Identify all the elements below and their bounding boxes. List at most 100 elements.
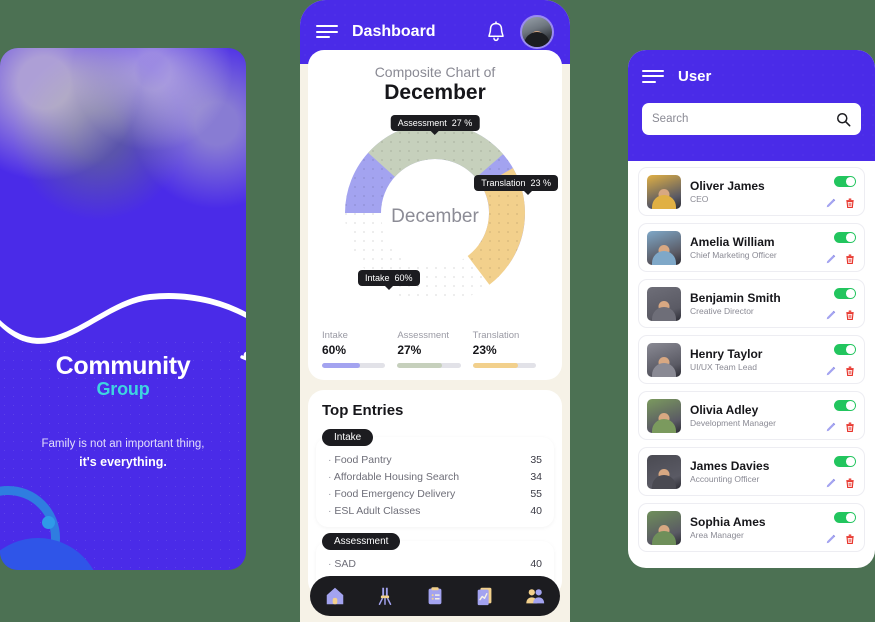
status-toggle[interactable] — [834, 344, 856, 355]
tooltip-translation-value: 23 % — [530, 178, 551, 188]
home-icon[interactable] — [324, 585, 346, 607]
chart-legend-stats: Intake 60% Assessment 27% Translation 23… — [308, 324, 562, 368]
search-input[interactable] — [652, 113, 836, 125]
user-panel-topbar: User — [642, 68, 861, 85]
user-name: James Davies — [690, 459, 770, 473]
user-info: Sophia Ames Area Manager — [690, 515, 825, 540]
users-icon[interactable] — [524, 585, 546, 607]
pencil-icon[interactable] — [825, 365, 837, 377]
pencil-icon[interactable] — [825, 533, 837, 545]
trash-icon[interactable] — [844, 197, 856, 209]
user-actions — [825, 398, 856, 433]
trash-icon[interactable] — [844, 421, 856, 433]
user-avatar — [647, 174, 681, 209]
pencil-icon[interactable] — [825, 197, 837, 209]
trash-icon[interactable] — [844, 477, 856, 489]
entry-group: IntakeFood Pantry35Affordable Housing Se… — [308, 427, 562, 527]
stat-translation-name: Translation — [472, 330, 520, 341]
trash-icon[interactable] — [844, 253, 856, 265]
user-actions — [825, 454, 856, 489]
pencil-icon[interactable] — [825, 477, 837, 489]
entry-value: 35 — [530, 453, 542, 466]
entry-row[interactable]: SAD40 — [328, 555, 542, 572]
row-action-icons — [825, 421, 856, 433]
bell-icon[interactable] — [486, 21, 506, 43]
entry-row[interactable]: Food Pantry35 — [328, 451, 542, 468]
user-avatar — [647, 230, 681, 265]
user-role: UI/UX Team Lead — [690, 362, 757, 372]
clipboard-icon[interactable] — [424, 585, 446, 607]
logo-sub-text: Group — [96, 379, 150, 399]
status-toggle[interactable] — [834, 400, 856, 411]
avatar[interactable] — [520, 15, 554, 49]
pencil-icon[interactable] — [825, 309, 837, 321]
entry-name: Food Pantry — [328, 454, 530, 466]
stat-assessment-name: Assessment — [397, 330, 450, 341]
stat-translation-value: 23% — [472, 343, 497, 357]
user-row[interactable]: James Davies Accounting Officer — [638, 447, 865, 496]
user-actions — [825, 174, 856, 209]
user-name: Amelia William — [690, 235, 775, 249]
status-toggle[interactable] — [834, 512, 856, 523]
row-action-icons — [825, 253, 856, 265]
status-toggle[interactable] — [834, 232, 856, 243]
user-info: James Davies Accounting Officer — [690, 459, 825, 484]
user-avatar — [647, 454, 681, 489]
tooltip-assessment-label: Assessment — [397, 118, 447, 128]
hamburger-icon[interactable] — [316, 24, 338, 40]
entry-row[interactable]: Food Emergency Delivery55 — [328, 485, 542, 502]
user-row[interactable]: Henry Taylor UI/UX Team Lead — [638, 335, 865, 384]
entry-row[interactable]: Affordable Housing Search34 — [328, 468, 542, 485]
tooltip-assessment-value: 27 % — [451, 118, 473, 128]
user-name: Sophia Ames — [690, 515, 766, 529]
logo-swoosh-icon — [240, 351, 246, 361]
tagline-line-2: it's everything. — [79, 454, 167, 469]
search-bar[interactable] — [642, 103, 861, 135]
chart-title: December — [384, 81, 486, 104]
user-panel-title: User — [678, 68, 712, 85]
user-role: Chief Marketing Officer — [690, 250, 777, 260]
user-avatar — [647, 398, 681, 433]
trash-icon[interactable] — [844, 365, 856, 377]
tooltip-assessment: Assessment 27 % — [390, 115, 480, 135]
onboarding-content: Community Group Family is not an importa… — [0, 338, 246, 570]
user-row[interactable]: Oliver James CEO — [638, 167, 865, 216]
user-list: Oliver James CEO Amelia William Chief Marke… — [628, 161, 875, 565]
pencil-icon[interactable] — [825, 253, 837, 265]
status-toggle[interactable] — [834, 288, 856, 299]
tooltip-intake-value: 60% — [394, 273, 413, 283]
hamburger-icon[interactable] — [642, 69, 664, 85]
entry-group-badge: Assessment — [322, 533, 401, 550]
stat-translation: Translation 23% — [472, 330, 548, 368]
user-actions — [825, 342, 856, 377]
row-action-icons — [825, 533, 856, 545]
user-role: Development Manager — [690, 418, 776, 428]
stat-intake: Intake 60% — [322, 330, 397, 368]
user-row[interactable]: Amelia William Chief Marketing Officer — [638, 223, 865, 272]
user-avatar — [647, 342, 681, 377]
stat-intake-value: 60% — [322, 343, 347, 357]
trash-icon[interactable] — [844, 533, 856, 545]
trash-icon[interactable] — [844, 309, 856, 321]
user-row[interactable]: Sophia Ames Area Manager — [638, 503, 865, 552]
user-name: Henry Taylor — [690, 347, 763, 361]
microscope-icon[interactable] — [374, 585, 396, 607]
report-chart-icon[interactable] — [474, 585, 496, 607]
status-toggle[interactable] — [834, 456, 856, 467]
user-row[interactable]: Benjamin Smith Creative Director — [638, 279, 865, 328]
entry-value: 40 — [530, 504, 542, 517]
user-row[interactable]: Olivia Adley Development Manager — [638, 391, 865, 440]
pencil-icon[interactable] — [825, 421, 837, 433]
search-icon[interactable] — [836, 112, 851, 127]
user-info: Amelia William Chief Marketing Officer — [690, 235, 825, 260]
user-avatar — [647, 510, 681, 545]
entry-row[interactable]: ESL Adult Classes40 — [328, 502, 542, 519]
onboarding-panel: Community Group Family is not an importa… — [0, 48, 246, 570]
user-role: CEO — [690, 194, 709, 204]
tooltip-intake-label: Intake — [365, 273, 390, 283]
user-role: Accounting Officer — [690, 474, 760, 484]
bottom-navigation[interactable] — [310, 576, 560, 616]
entry-value: 34 — [530, 470, 542, 483]
brand-logo: Community Group — [0, 351, 246, 399]
status-toggle[interactable] — [834, 176, 856, 187]
